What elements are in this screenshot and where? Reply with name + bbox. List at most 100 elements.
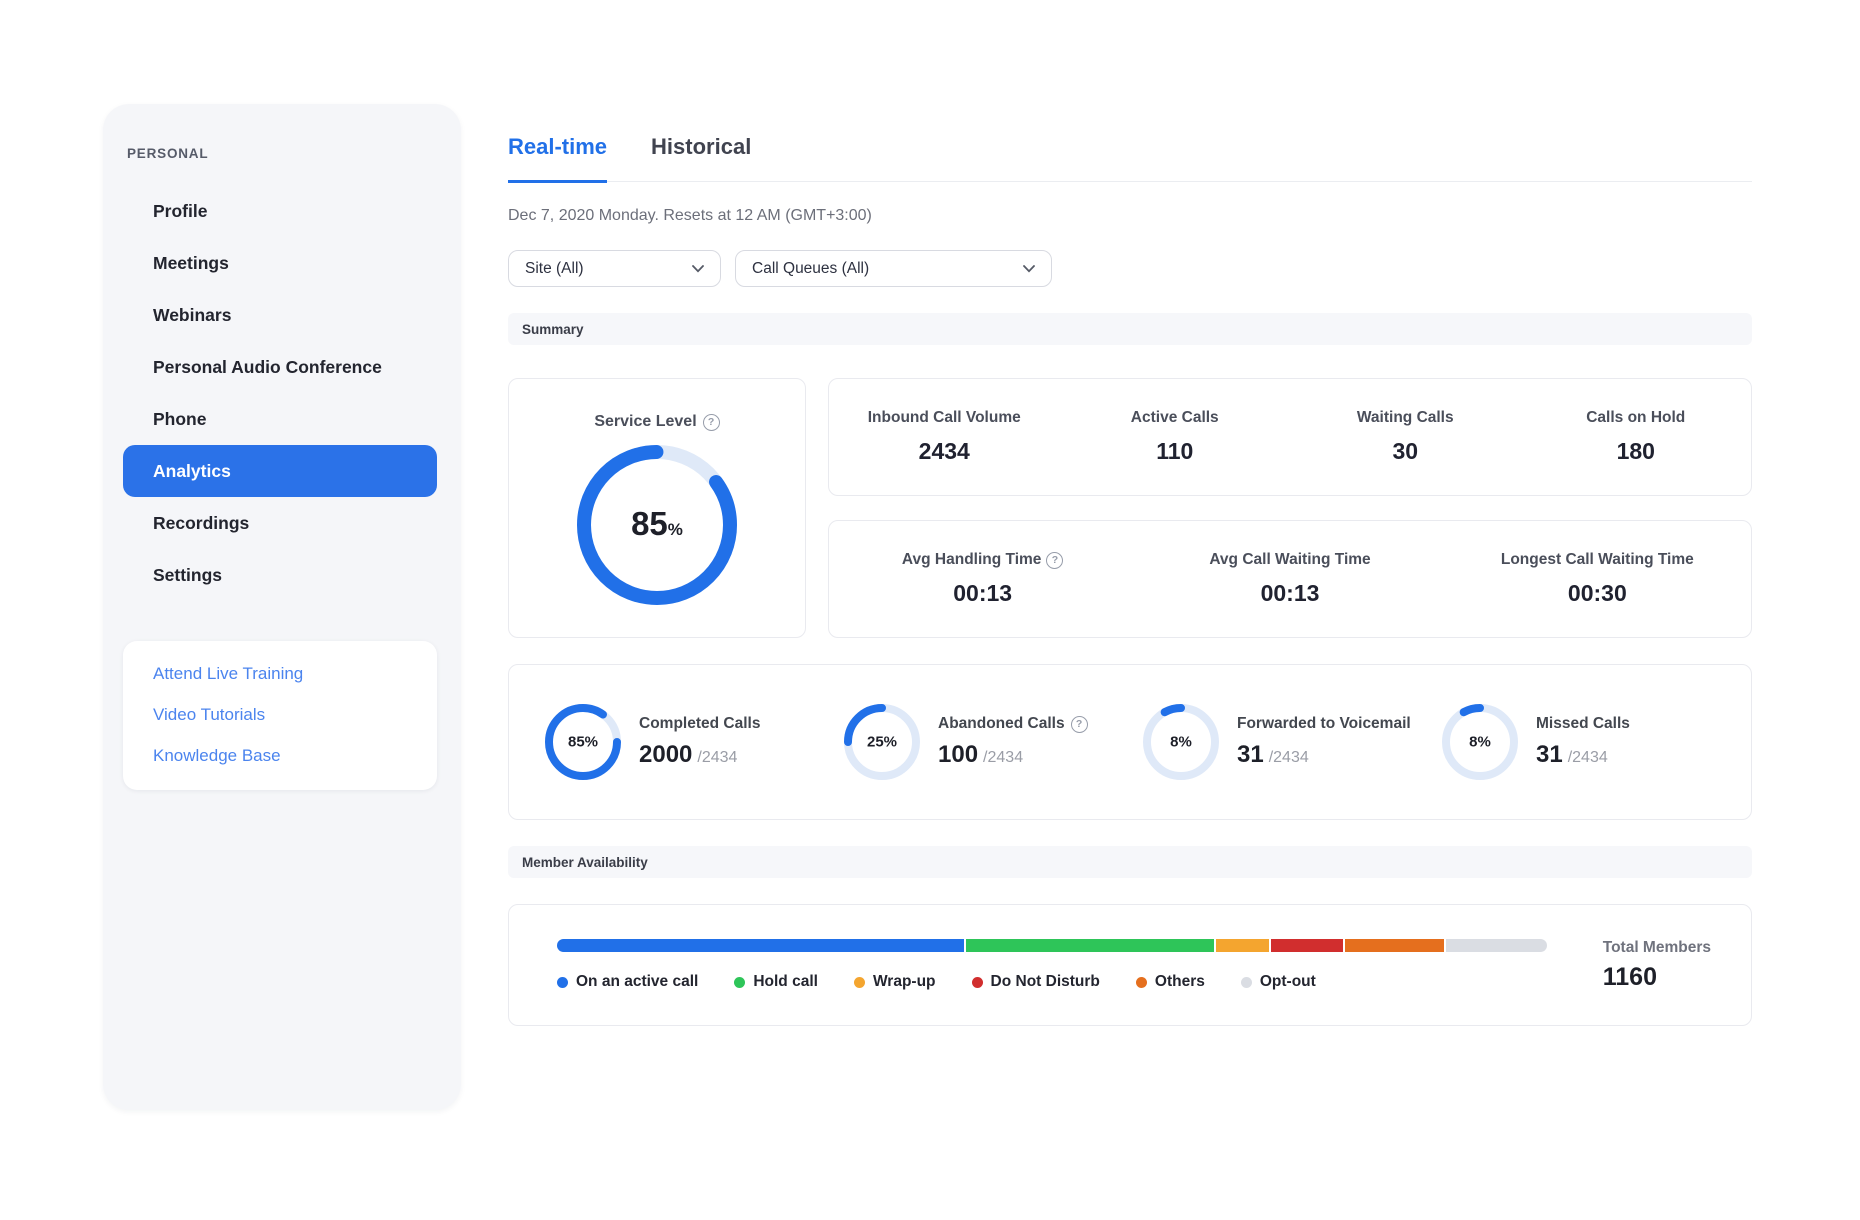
legend-dot-icon (1136, 977, 1147, 988)
legend-hold-call: Hold call (734, 973, 818, 991)
filter-bar: Site (All) Call Queues (All) (508, 250, 1752, 287)
legend-dot-icon (854, 977, 865, 988)
metric-inbound-call-volume: Inbound Call Volume 2434 (829, 409, 1060, 465)
metrics-column: Inbound Call Volume 2434 Active Calls 11… (828, 378, 1752, 638)
member-availability-section-title: Member Availability (522, 855, 648, 870)
stat-label: Abandoned Calls? (938, 715, 1088, 733)
help-icon[interactable]: ? (703, 414, 720, 431)
help-icon[interactable]: ? (1046, 552, 1063, 569)
availability-stacked-bar (557, 939, 1547, 952)
sidebar-item-meetings[interactable]: Meetings (123, 237, 437, 289)
metric-value: 00:13 (1136, 580, 1443, 607)
sidebar-item-analytics[interactable]: Analytics (123, 445, 437, 497)
time-metrics-card: Avg Handling Time? 00:13 Avg Call Waitin… (828, 520, 1752, 638)
metric-label: Inbound Call Volume (829, 409, 1060, 427)
member-availability-card: On an active call Hold call Wrap-up Do N… (508, 904, 1752, 1026)
legend-do-not-disturb: Do Not Disturb (972, 973, 1100, 991)
forwarded-to-voicemail-donut: 8% (1143, 704, 1219, 780)
legend-others: Others (1136, 973, 1205, 991)
bar-segment-on-an-active-call (557, 939, 964, 952)
member-availability-section-header: Member Availability (508, 846, 1752, 878)
service-level-value: 85% (631, 505, 683, 543)
donut-percent-label: 25% (867, 734, 897, 751)
donut-percent-label: 8% (1170, 734, 1192, 751)
sidebar-section-label: PERSONAL (127, 146, 461, 161)
sidebar-link-video-tutorials[interactable]: Video Tutorials (153, 694, 437, 735)
donut-percent-label: 85% (568, 734, 598, 751)
metric-avg-handling-time: Avg Handling Time? 00:13 (829, 551, 1136, 607)
donut-percent-label: 8% (1469, 734, 1491, 751)
chevron-down-icon (1023, 265, 1035, 273)
stat-forwarded-to-voicemail: 8% Forwarded to Voicemail 31/2434 (1143, 704, 1442, 780)
bar-segment-do-not-disturb (1271, 939, 1343, 952)
stat-value: 31/2434 (1536, 741, 1630, 769)
stat-text: Forwarded to Voicemail 31/2434 (1237, 715, 1411, 769)
metric-value: 180 (1521, 438, 1752, 465)
sidebar-item-webinars[interactable]: Webinars (123, 289, 437, 341)
chevron-down-icon (692, 265, 704, 273)
stat-value: 31/2434 (1237, 741, 1411, 769)
total-members-label: Total Members (1603, 939, 1711, 957)
availability-chart: On an active call Hold call Wrap-up Do N… (557, 939, 1547, 991)
stat-label: Missed Calls (1536, 715, 1630, 733)
metric-avg-call-waiting-time: Avg Call Waiting Time 00:13 (1136, 551, 1443, 607)
metric-label: Avg Call Waiting Time (1136, 551, 1443, 569)
sidebar-links-card: Attend Live TrainingVideo TutorialsKnowl… (123, 641, 437, 790)
summary-cards-row: Service Level ? 85% Inbound Call Volume … (508, 378, 1752, 638)
metric-value: 2434 (829, 438, 1060, 465)
availability-legend: On an active call Hold call Wrap-up Do N… (557, 973, 1547, 991)
metric-value: 00:30 (1444, 580, 1751, 607)
bar-segment-others (1345, 939, 1444, 952)
sidebar-item-personal-audio-conference[interactable]: Personal Audio Conference (123, 341, 437, 393)
metric-longest-call-waiting-time: Longest Call Waiting Time 00:30 (1444, 551, 1751, 607)
completed-calls-donut: 85% (545, 704, 621, 780)
total-members-block: Total Members 1160 (1603, 939, 1711, 992)
stat-value: 100/2434 (938, 741, 1088, 769)
sidebar-link-attend-live-training[interactable]: Attend Live Training (153, 653, 437, 694)
metric-label: Active Calls (1060, 409, 1291, 427)
call-queues-filter-value: Call Queues (All) (752, 260, 869, 278)
metric-label: Avg Handling Time? (829, 551, 1136, 569)
sidebar-nav: ProfileMeetingsWebinarsPersonal Audio Co… (103, 185, 461, 601)
bar-segment-wrap-up (1216, 939, 1269, 952)
site-filter-value: Site (All) (525, 260, 584, 278)
site-filter-dropdown[interactable]: Site (All) (508, 250, 721, 287)
legend-opt-out: Opt-out (1241, 973, 1316, 991)
metric-label: Longest Call Waiting Time (1444, 551, 1751, 569)
service-level-title: Service Level ? (509, 413, 805, 431)
legend-dot-icon (734, 977, 745, 988)
stat-label: Completed Calls (639, 715, 760, 733)
sidebar-item-recordings[interactable]: Recordings (123, 497, 437, 549)
metric-value: 30 (1290, 438, 1521, 465)
sidebar-item-profile[interactable]: Profile (123, 185, 437, 237)
tab-real-time[interactable]: Real-time (508, 134, 607, 183)
date-line: Dec 7, 2020 Monday. Resets at 12 AM (GMT… (508, 207, 1752, 225)
missed-calls-donut: 8% (1442, 704, 1518, 780)
total-members-value: 1160 (1603, 963, 1711, 992)
metric-calls-on-hold: Calls on Hold 180 (1521, 409, 1752, 465)
sidebar: PERSONAL ProfileMeetingsWebinarsPersonal… (103, 104, 461, 1110)
legend-on-an-active-call: On an active call (557, 973, 698, 991)
sidebar-item-settings[interactable]: Settings (123, 549, 437, 601)
stat-missed-calls: 8% Missed Calls 31/2434 (1442, 704, 1741, 780)
help-icon[interactable]: ? (1071, 716, 1088, 733)
metric-label: Calls on Hold (1521, 409, 1752, 427)
metric-value: 110 (1060, 438, 1291, 465)
stat-label: Forwarded to Voicemail (1237, 715, 1411, 733)
stat-text: Missed Calls 31/2434 (1536, 715, 1630, 769)
tab-bar: Real-time Historical (508, 134, 1752, 182)
call-outcome-stats-card: 85% Completed Calls 2000/2434 25% Abando… (508, 664, 1752, 820)
summary-section-header: Summary (508, 313, 1752, 345)
call-queues-filter-dropdown[interactable]: Call Queues (All) (735, 250, 1052, 287)
legend-dot-icon (557, 977, 568, 988)
sidebar-link-knowledge-base[interactable]: Knowledge Base (153, 735, 437, 776)
stat-text: Completed Calls 2000/2434 (639, 715, 760, 769)
stat-abandoned-calls: 25% Abandoned Calls? 100/2434 (844, 704, 1143, 780)
sidebar-item-phone[interactable]: Phone (123, 393, 437, 445)
service-level-donut: 85% (577, 445, 737, 605)
tab-historical[interactable]: Historical (651, 134, 751, 181)
bar-segment-opt-out (1446, 939, 1547, 952)
stat-completed-calls: 85% Completed Calls 2000/2434 (545, 704, 844, 780)
stat-value: 2000/2434 (639, 741, 760, 769)
metric-label: Waiting Calls (1290, 409, 1521, 427)
